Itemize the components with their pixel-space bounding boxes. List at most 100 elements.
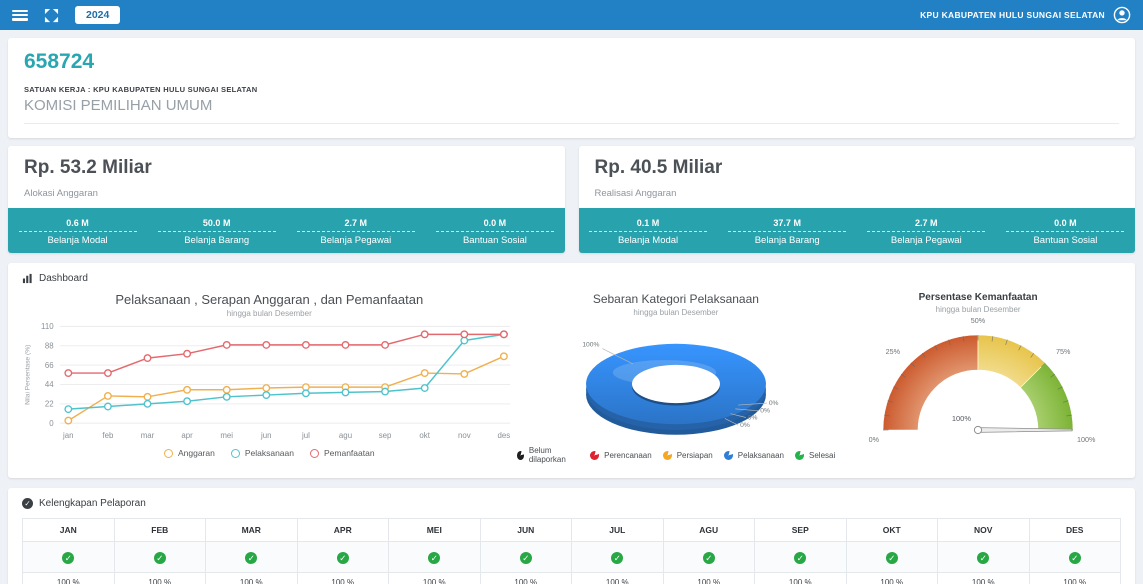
gauge-chart[interactable]: 0% 25% 50% 75% 100% 100%: [853, 314, 1103, 449]
svg-text:100%: 100%: [952, 414, 972, 423]
svg-text:mei: mei: [220, 431, 233, 440]
svg-text:75%: 75%: [1056, 347, 1071, 356]
svg-text:Nilai Persentase (%): Nilai Persentase (%): [24, 345, 31, 405]
legend-item-perencanaan[interactable]: Perencanaan: [590, 450, 652, 460]
breakdown-value: 2.7 M: [867, 218, 986, 232]
status-cell: ✓: [571, 541, 664, 573]
perencanaan-pie-icon: [590, 450, 600, 460]
breakdown-label: Belanja Modal: [47, 235, 108, 246]
svg-text:0%: 0%: [748, 414, 758, 421]
percent-row: 100 % 100 % 100 % 100 % 100 % 100 % 100 …: [22, 572, 1121, 584]
svg-text:25%: 25%: [886, 347, 901, 356]
breakdown-label: Belanja Pegawai: [890, 235, 962, 246]
check-circle-green-icon: ✓: [702, 552, 715, 565]
realisasi-card: Rp. 40.5 Miliar Realisasi Anggaran 0.1 M…: [578, 146, 1135, 253]
breakdown-item: 0.0 M Bantuan Sosial: [425, 213, 564, 246]
percent-cell: 100 %: [754, 572, 847, 584]
month-header: JUL: [571, 518, 664, 542]
breakdown-value: 0.0 M: [435, 218, 554, 232]
alokasi-label: Alokasi Anggaran: [24, 188, 98, 199]
svg-text:100%: 100%: [582, 342, 599, 349]
expand-icon: [44, 8, 59, 22]
status-cell: ✓: [845, 541, 938, 573]
fullscreen-button[interactable]: [44, 8, 59, 23]
status-cell: ✓: [479, 541, 572, 573]
legend-item-pelaksanaan[interactable]: Pelaksanaan: [230, 448, 294, 458]
svg-text:100%: 100%: [1077, 435, 1096, 444]
donut-chart-subtitle: hingga bulan Desember: [633, 308, 719, 317]
legend-item-belum-dilaporkan[interactable]: Belum dilaporkan: [516, 446, 580, 464]
dashboard-section-title: Dashboard: [39, 273, 88, 284]
alokasi-amount: Rp. 53.2 Miliar: [24, 157, 152, 178]
percent-cell: 100 %: [479, 572, 572, 584]
gauge-chart-panel: Persentase Kemanfaatan hingga bulan Dese…: [835, 292, 1121, 449]
reporting-section-title: Kelengkapan Pelaporan: [39, 498, 146, 509]
breakdown-value: 50.0 M: [157, 218, 276, 232]
status-cell: ✓: [113, 541, 206, 573]
realisasi-breakdown: 0.1 M Belanja Modal 37.7 M Belanja Baran…: [578, 208, 1135, 253]
svg-text:des: des: [498, 431, 511, 440]
percent-cell: 100 %: [937, 572, 1030, 584]
breakdown-label: Belanja Barang: [184, 235, 250, 246]
realisasi-label: Realisasi Anggaran: [594, 188, 677, 199]
selesai-pie-icon: [795, 450, 804, 460]
svg-text:50%: 50%: [971, 316, 986, 325]
month-header-row: JAN FEB MAR APR MEI JUN JUL AGU SEP OKT …: [22, 518, 1121, 542]
percent-cell: 100 %: [662, 572, 755, 584]
check-circle-green-icon: ✓: [153, 552, 166, 565]
check-circle-green-icon: ✓: [428, 552, 441, 565]
status-cell: ✓: [662, 541, 755, 573]
satker-info-card: 658724 SATUAN KERJA : KPU KABUPATEN HULU…: [8, 38, 1135, 138]
percent-cell: 100 %: [388, 572, 481, 584]
menu-toggle-button[interactable]: [12, 9, 28, 21]
user-avatar-icon: [1113, 6, 1131, 24]
svg-text:0%: 0%: [760, 408, 770, 415]
svg-text:apr: apr: [181, 431, 193, 440]
percent-cell: 100 %: [205, 572, 298, 584]
month-header: JAN: [22, 518, 115, 542]
year-selector-button[interactable]: 2024: [75, 6, 121, 24]
month-header: FEB: [113, 518, 206, 542]
breakdown-item: 2.7 M Belanja Pegawai: [857, 213, 996, 246]
breakdown-item: 2.7 M Belanja Pegawai: [286, 213, 425, 246]
donut-chart-title: Sebaran Kategori Pelaksanaan: [592, 292, 759, 306]
check-circle-icon: ✓: [22, 498, 33, 509]
alokasi-card: Rp. 53.2 Miliar Alokasi Anggaran 0.6 M B…: [8, 146, 565, 253]
month-header: OKT: [845, 518, 938, 542]
satker-code: 658724: [24, 50, 95, 73]
pelaksanaan-marker-icon: [230, 448, 240, 458]
legend-item-selesai[interactable]: Selesai: [795, 450, 835, 460]
svg-text:22: 22: [45, 399, 54, 408]
svg-text:jan: jan: [62, 431, 74, 440]
percent-cell: 100 %: [113, 572, 206, 584]
check-circle-green-icon: ✓: [794, 552, 807, 565]
line-chart[interactable]: 0 22 44 66 88 110 Nilai Persentase (%) jan feb ma…: [22, 318, 517, 446]
legend-item-pemanfaatan[interactable]: Pemanfaatan: [310, 448, 375, 458]
svg-text:110: 110: [41, 322, 54, 331]
svg-text:0%: 0%: [869, 435, 880, 444]
breakdown-label: Belanja Barang: [754, 235, 820, 246]
legend-item-persiapan[interactable]: Persiapan: [662, 450, 713, 460]
user-org-label: KPU KABUPATEN HULU SUNGAI SELATAN: [920, 10, 1105, 20]
realisasi-amount: Rp. 40.5 Miliar: [594, 157, 723, 178]
line-chart-legend: Anggaran Pelaksanaan Pemanfaatan: [22, 448, 517, 458]
legend-item-pelaksanaan[interactable]: Pelaksanaan: [723, 450, 784, 460]
status-cell: ✓: [937, 541, 1030, 573]
percent-cell: 100 %: [571, 572, 664, 584]
donut-chart[interactable]: 100%0%0%0%0%: [542, 317, 810, 443]
status-cell: ✓: [22, 541, 115, 573]
top-navbar: 2024 KPU KABUPATEN HULU SUNGAI SELATAN: [0, 0, 1143, 30]
breakdown-item: 0.6 M Belanja Modal: [8, 213, 147, 246]
check-circle-green-icon: ✓: [62, 552, 75, 565]
svg-text:mar: mar: [141, 431, 155, 440]
svg-text:44: 44: [45, 380, 54, 389]
check-circle-green-icon: ✓: [1068, 552, 1081, 565]
status-cell: ✓: [296, 541, 389, 573]
line-chart-title: Pelaksanaan , Serapan Anggaran , dan Pem…: [115, 292, 424, 307]
legend-item-anggaran[interactable]: Anggaran: [163, 448, 215, 458]
svg-text:okt: okt: [419, 431, 430, 440]
pemanfaatan-marker-icon: [310, 448, 319, 458]
user-menu[interactable]: KPU KABUPATEN HULU SUNGAI SELATAN: [920, 6, 1131, 24]
status-icon-row: ✓ ✓ ✓ ✓ ✓ ✓ ✓ ✓ ✓ ✓ ✓ ✓: [22, 541, 1121, 573]
svg-text:88: 88: [45, 341, 54, 350]
